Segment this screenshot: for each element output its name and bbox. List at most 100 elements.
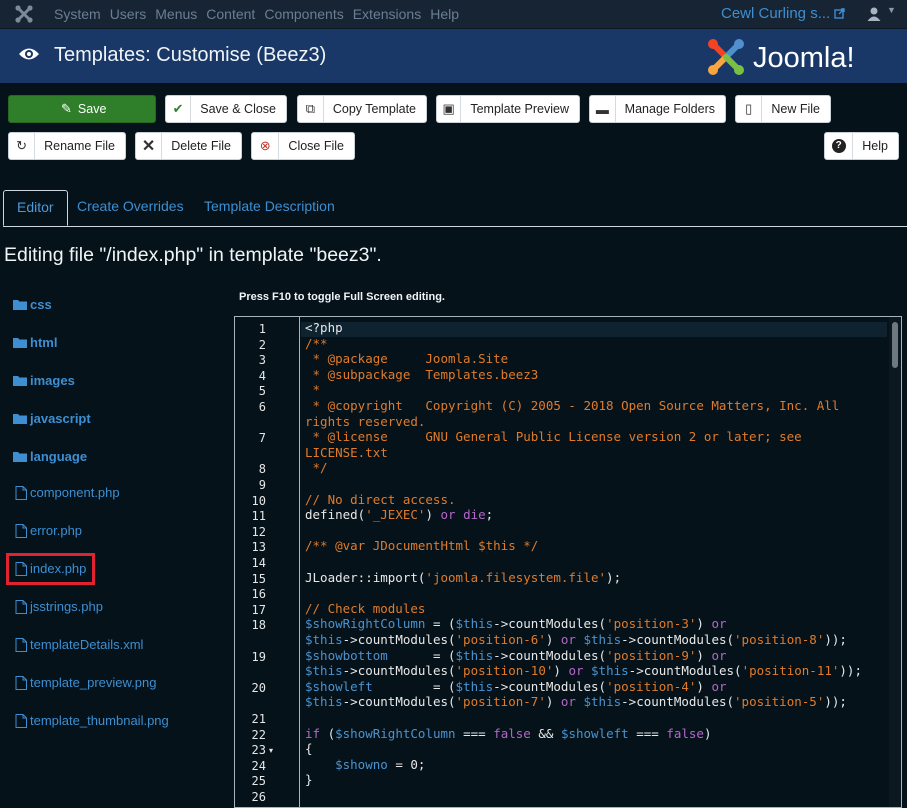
file-icon: ▯ [736,96,763,122]
code-line: * @copyright Copyright (C) 2005 - 2018 O… [305,398,840,414]
line-number: 20 [251,680,266,695]
delete-file-button[interactable]: ✕ Delete File [135,132,242,160]
folder-icon: ▬ [590,96,616,122]
fold-marker-icon[interactable]: ▾ [269,746,273,755]
line-number: 3 [258,353,266,368]
code-token: $this [305,632,343,647]
code-token: $this [305,694,343,710]
new-file-button[interactable]: ▯ New File [735,95,831,123]
code-line: $showno = 0; [305,757,425,773]
code-token: or [440,507,456,523]
file-item[interactable]: jsstrings.php [15,599,103,614]
code-token: * [305,382,321,398]
code-token: ->countModules( [342,694,456,710]
user-icon[interactable] [866,6,882,22]
caret-down-icon[interactable]: ▼ [887,5,896,15]
rename-file-button[interactable]: ↻ Rename File [8,132,126,160]
line-number: 26 [251,790,266,804]
code-line: $this->countModules('position-10') or $t… [305,663,862,679]
code-token: ) [545,694,561,710]
code-line: // No direct access. [305,492,456,508]
folder-item[interactable]: html [13,335,57,350]
code-token: ->countModules( [621,694,735,710]
line-number: 13 [251,540,266,555]
code-token: $showRightColumn [335,725,456,741]
folder-item[interactable]: javascript [13,411,91,426]
code-token: ) [696,678,712,694]
file-label: templateDetails.xml [30,637,144,652]
code-line: <?php [305,320,343,336]
code-token: $this [583,632,622,647]
menu-extensions[interactable]: Extensions [353,0,421,28]
folder-label: javascript [30,411,91,426]
tab-template-description[interactable]: Template Description [191,190,348,225]
menu-system[interactable]: System [54,0,101,28]
save-button[interactable]: ✎ Save [8,95,156,123]
code-line: } [305,772,313,788]
code-token: ->countModules( [628,663,742,679]
file-item[interactable]: template_thumbnail.png [15,713,169,728]
code-line: defined('_JEXEC') or die; [305,507,493,523]
code-token: } [305,772,313,788]
code-token: ->countModules( [493,678,607,694]
line-number: 2 [258,337,266,352]
help-button[interactable]: ? Help [824,132,899,160]
edit-icon: ✎ [61,101,72,116]
file-item[interactable]: component.php [15,485,120,500]
manage-folders-button[interactable]: ▬ Manage Folders [589,95,726,123]
scrollbar-thumb[interactable] [892,322,898,368]
admin-menu-bar: System Users Menus Content Components Ex… [0,0,907,29]
editor-scrollbar[interactable] [889,317,901,807]
code-token: $this [583,694,622,710]
code-line: JLoader::import('joomla.filesystem.file'… [305,570,621,586]
folder-item[interactable]: language [13,449,87,464]
code-line: * @subpackage Templates.beez3 [305,367,539,383]
tab-editor[interactable]: Editor [3,190,68,226]
folder-label: html [30,335,58,350]
menu-users[interactable]: Users [110,0,147,28]
folder-item[interactable]: images [13,373,75,388]
selection-highlight [6,553,95,585]
tab-create-overrides[interactable]: Create Overrides [64,190,197,225]
code-line: $this->countModules('position-6') or $th… [305,632,847,648]
code-token: false [493,725,531,741]
menu-help[interactable]: Help [430,0,459,28]
line-number-gutter: 1 2 3 4 5 6 7 8 9 10 11 12 13 14 15 16 17 18 19 20 21 22 23 ▾ 24… [235,317,300,807]
code-token: ) [553,663,569,679]
line-number: 7 [258,431,266,446]
question-icon: ? [825,133,854,159]
file-icon [15,485,27,500]
code-token: ) [696,616,712,632]
code-token: = ( [372,678,456,694]
menu-menus[interactable]: Menus [155,0,197,28]
template-preview-button[interactable]: ▣ Template Preview [436,95,580,123]
site-link[interactable]: Cewl Curling s... [721,0,845,27]
file-label: jsstrings.php [30,599,103,614]
code-token: 'position-5' [734,694,825,710]
joomla-icon[interactable] [14,4,34,24]
code-token: $showRightColumn [305,616,426,632]
file-icon [15,675,27,690]
code-token: 'position-7' [455,694,546,710]
folder-icon [13,376,27,386]
code-token: )); [839,663,862,679]
file-item[interactable]: template_preview.png [15,675,156,690]
code-token: )); [824,632,847,647]
code-token: $this [455,647,494,663]
page-header: Templates: Customise (Beez3) Joomla! [0,29,907,83]
code-token: LICENSE.txt [305,444,388,460]
close-file-button[interactable]: ⊗ Close File [251,132,355,160]
folder-icon [13,414,27,424]
menu-components[interactable]: Components [264,0,343,28]
file-item[interactable]: templateDetails.xml [15,637,143,652]
code-token: 'position-4' [606,678,697,694]
copy-template-button[interactable]: ⧉ Copy Template [297,95,427,123]
menu-content[interactable]: Content [206,0,255,28]
save-close-button[interactable]: ✔ Save & Close [165,95,287,123]
file-item[interactable]: error.php [15,523,82,538]
code-editor[interactable]: 1 2 3 4 5 6 7 8 9 10 11 12 13 14 15 16 17 18 19 20 21 22 23 ▾ 24… [234,316,902,808]
code-token: === [455,725,494,741]
folder-item[interactable]: css [13,297,52,312]
